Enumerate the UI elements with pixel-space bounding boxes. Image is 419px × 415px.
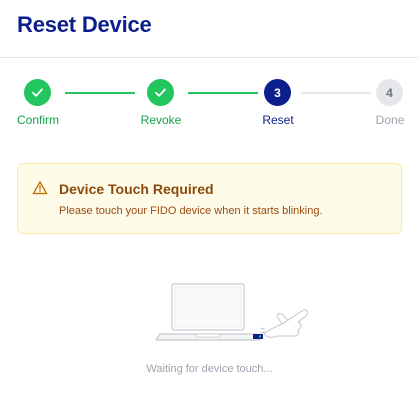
step-connector-1 [65, 92, 135, 94]
header: Reset Device [0, 0, 419, 58]
waiting-status-text: Waiting for device touch... [146, 363, 273, 375]
device-touch-alert: Device Touch Required Please touch your … [17, 163, 402, 234]
step-3-label: Reset [262, 113, 294, 127]
step-1-check-icon [24, 79, 51, 106]
step-4-number: 4 [376, 79, 403, 106]
laptop-touch-key-illustration [152, 278, 312, 348]
page-title: Reset Device [17, 12, 152, 37]
alert-title: Device Touch Required [59, 181, 214, 197]
alert-message: Please touch your FIDO device when it st… [59, 205, 323, 217]
step-2-check-icon [147, 79, 174, 106]
step-1-label: Confirm [16, 113, 59, 127]
stepper: 3 4 Confirm Revoke Reset Done [0, 76, 419, 136]
step-3-number: 3 [264, 79, 291, 106]
step-4-label: Done [375, 113, 405, 127]
step-connector-3 [301, 92, 371, 94]
step-connector-2 [188, 92, 258, 94]
warning-triangle-icon [32, 180, 48, 196]
step-2-label: Revoke [140, 113, 182, 127]
